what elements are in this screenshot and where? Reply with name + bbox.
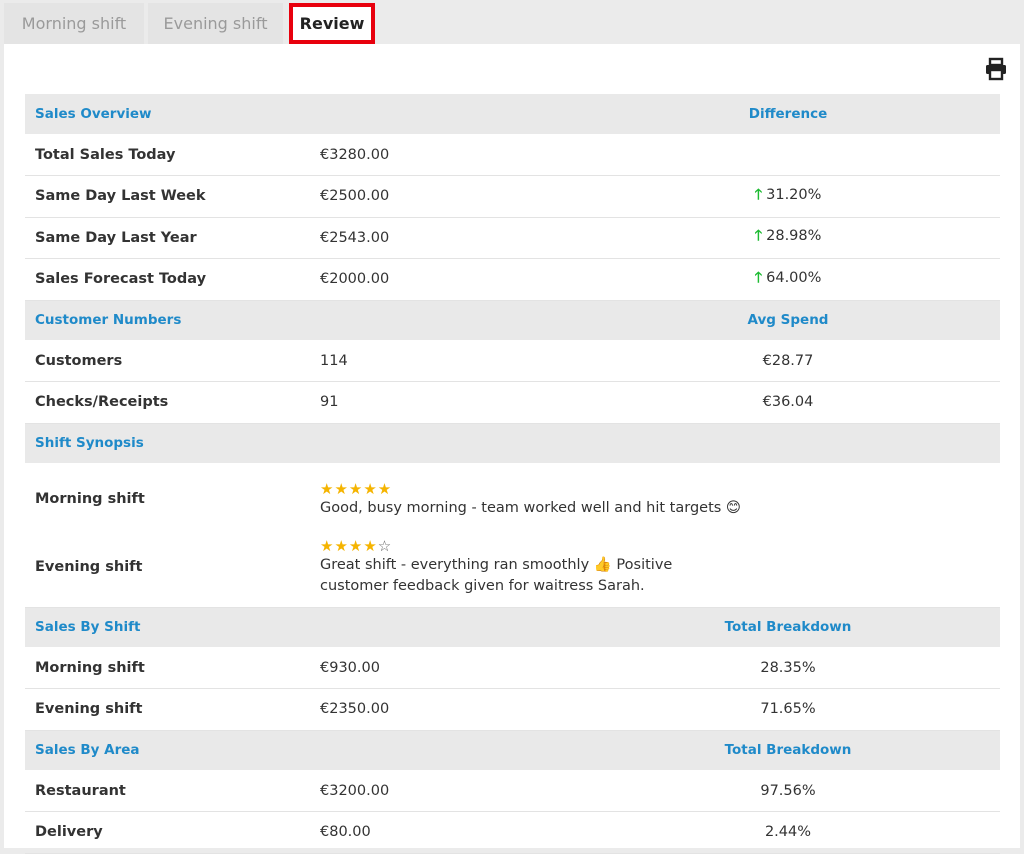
column-header: Difference [700,94,876,134]
section-header-sales-overview: Sales Overview Difference [25,94,1000,134]
tab-bar: Morning shift Evening shift Review [0,0,1024,44]
section-title: Sales By Shift [25,607,320,647]
tab-evening-shift[interactable]: Evening shift [148,3,283,44]
arrow-up-icon: 🡑 [754,186,763,203]
section-title: Customer Numbers [25,300,320,340]
star-rating: ★★★★★ [320,479,393,498]
table-row: Customers 114 €28.77 [25,340,1000,382]
section-title: Sales By Area [25,730,320,770]
section-title: Shift Synopsis [25,423,320,463]
table-row: Sales Forecast Today €2000.00 🡑 64.00% [25,258,1000,301]
table-row: Same Day Last Week €2500.00 🡑 31.20% [25,175,1000,218]
section-title: Sales Overview [25,94,320,134]
synopsis-row: Morning shift ★★★★★ Good, busy morning -… [25,463,1000,527]
table-row: Checks/Receipts 91 €36.04 [25,381,1000,424]
section-header-sales-by-area: Sales By Area Total Breakdown [25,730,1000,770]
table-row: Total Sales Today €3280.00 [25,134,1000,176]
print-icon[interactable] [983,56,1009,82]
table-row: Restaurant €3200.00 97.56% [25,770,1000,812]
section-header-shift-synopsis: Shift Synopsis [25,423,1000,463]
tab-review[interactable]: Review [289,3,375,44]
column-header: Total Breakdown [700,607,876,647]
table-row: Delivery €80.00 2.44% [25,811,1000,854]
section-header-sales-by-shift: Sales By Shift Total Breakdown [25,607,1000,647]
star-rating: ★★★★☆ [320,536,393,555]
column-header: Avg Spend [700,300,876,340]
synopsis-row: Evening shift ★★★★☆ Great shift - everyt… [25,527,1000,608]
review-table: Sales Overview Difference Total Sales To… [25,94,1000,854]
table-row: Evening shift €2350.00 71.65% [25,688,1000,731]
table-row: Same Day Last Year €2543.00 🡑 28.98% [25,217,1000,259]
section-header-customer-numbers: Customer Numbers Avg Spend [25,300,1000,340]
arrow-up-icon: 🡑 [754,228,763,245]
table-row: Morning shift €930.00 28.35% [25,647,1000,689]
arrow-up-icon: 🡑 [754,269,763,286]
column-header: Total Breakdown [700,730,876,770]
tab-morning-shift[interactable]: Morning shift [4,3,144,44]
